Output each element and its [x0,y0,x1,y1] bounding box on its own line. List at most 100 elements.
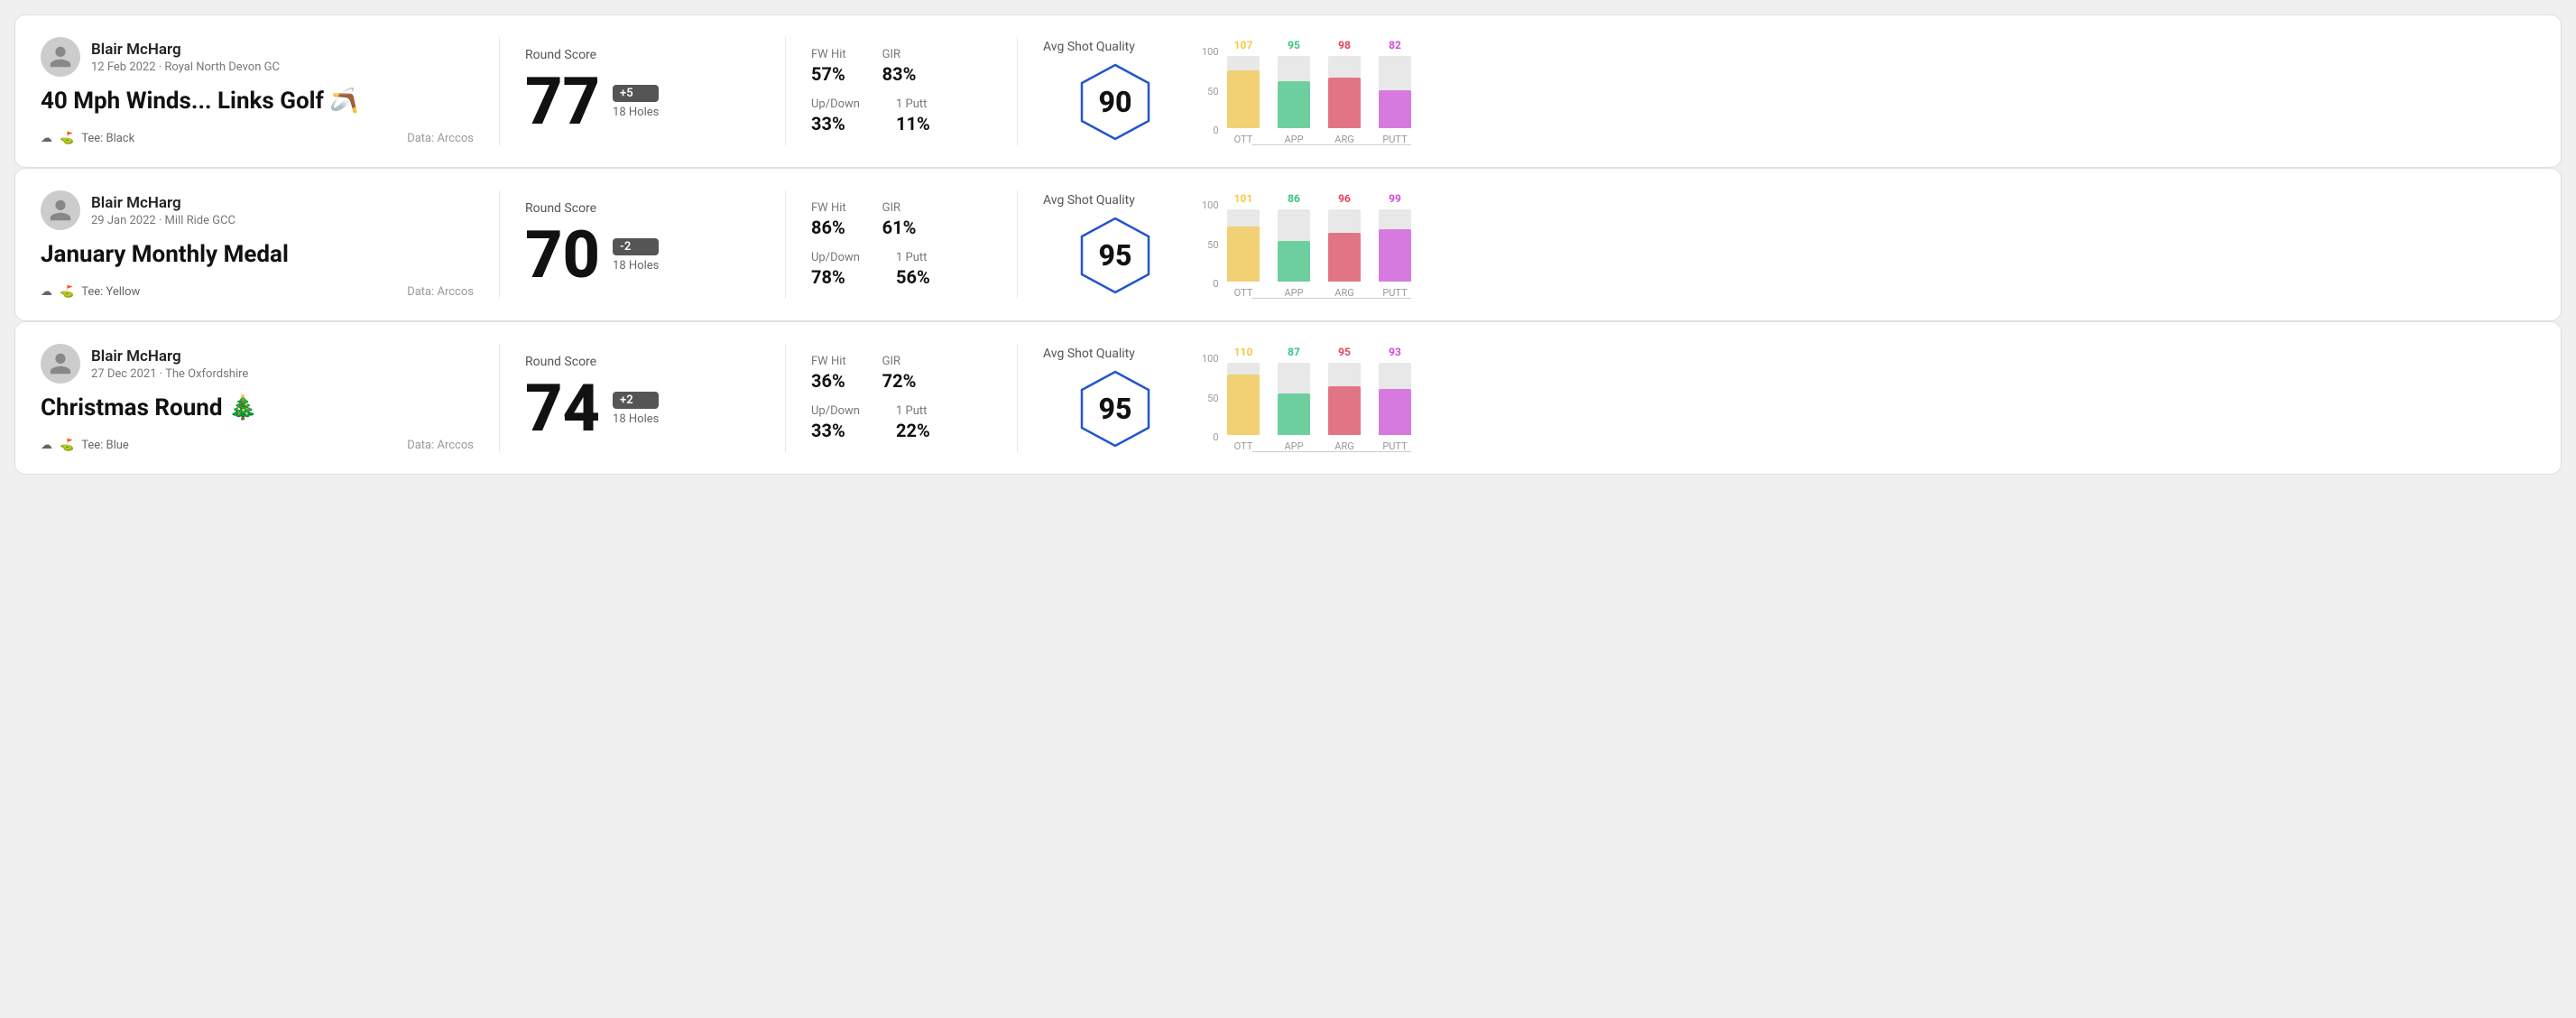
bar-group-app: 87 APP [1278,346,1310,452]
round-card: Blair McHarg 29 Jan 2022 · Mill Ride GCC… [14,168,2562,321]
bar-wrapper [1278,363,1310,435]
bar-group-app: 86 APP [1278,192,1310,299]
score-number: 70 [525,223,600,288]
tee-info: ☁ ⛳ Tee: Black [41,132,134,145]
shot-quality-chart: 100 50 0 110 OTT 87 APP 95 [1187,344,2535,452]
bar-value-label: 87 [1288,346,1300,358]
bar-wrapper [1278,209,1310,282]
stats-row-bottom: Up/Down 78% 1 Putt 56% [811,251,992,288]
player-info: Blair McHarg 27 Dec 2021 · The Oxfordshi… [41,344,474,384]
quality-section: Avg Shot Quality 90 [1043,37,1187,145]
bar-group-putt: 93 PUTT [1379,346,1411,452]
player-name-group: Blair McHarg 29 Jan 2022 · Mill Ride GCC [91,194,235,227]
stat-one-putt: 1 Putt 11% [896,97,930,134]
stat-fw-hit: FW Hit 36% [811,355,846,392]
gir-value: 61% [882,217,917,238]
hexagon-container: 95 [1075,215,1156,296]
score-section: Round Score 77 +5 18 Holes [525,37,760,145]
updown-value: 78% [811,266,860,288]
score-section: Round Score 70 -2 18 Holes [525,190,760,299]
bar-value-label: 107 [1234,39,1253,51]
chart-baseline [1252,144,1411,145]
score-section: Round Score 74 +2 18 Holes [525,344,760,452]
weather-icon: ☁ [41,132,52,145]
stat-updown: Up/Down 33% [811,97,860,134]
weather-icon: ☁ [41,285,52,299]
tee-info: ☁ ⛳ Tee: Yellow [41,285,140,299]
bar-wrapper [1278,56,1310,128]
updown-value: 33% [811,420,860,441]
tee-info: ☁ ⛳ Tee: Blue [41,439,129,452]
player-meta: 27 Dec 2021 · The Oxfordshire [91,367,248,381]
weather-icon: ☁ [41,439,52,452]
player-meta: 12 Feb 2022 · Royal North Devon GC [91,60,280,74]
bar-value-label: 93 [1389,346,1401,358]
player-info: Blair McHarg 29 Jan 2022 · Mill Ride GCC [41,190,474,230]
bar-fill [1379,90,1411,128]
quality-score: 90 [1099,85,1132,119]
round-card: Blair McHarg 27 Dec 2021 · The Oxfordshi… [14,321,2562,475]
stat-updown: Up/Down 33% [811,404,860,441]
bar-fill [1227,70,1260,128]
user-icon [48,351,73,376]
stats-section: FW Hit 57% GIR 83% Up/Down 33% 1 Putt [811,37,992,145]
chart-baseline [1252,298,1411,299]
bar-wrapper [1328,363,1361,435]
bar-group-ott: 107 OTT [1227,39,1260,145]
bar-fill [1379,229,1411,282]
round-title: January Monthly Medal [41,241,474,268]
tee-label: Tee: Blue [81,439,129,452]
bar-fill [1328,386,1361,435]
one-putt-label: 1 Putt [896,251,930,264]
bar-group-putt: 99 PUTT [1379,192,1411,299]
score-detail: +2 18 Holes [613,392,659,426]
quality-section: Avg Shot Quality 95 [1043,190,1187,299]
fw-hit-value: 86% [811,217,846,238]
stats-row-top: FW Hit 36% GIR 72% [811,355,992,392]
bar-x-label: OTT [1234,440,1253,452]
vertical-divider [785,190,786,299]
user-icon [48,44,73,69]
player-name: Blair McHarg [91,194,235,212]
quality-score: 95 [1099,392,1132,426]
stats-row-top: FW Hit 86% GIR 61% [811,201,992,238]
bar-value-label: 98 [1338,39,1351,51]
gir-label: GIR [882,355,917,368]
bar-chart: 100 50 0 101 OTT 86 APP 96 [1202,190,2535,299]
hexagon-container: 95 [1075,368,1156,449]
hexagon-shape: 90 [1075,61,1156,143]
fw-hit-label: FW Hit [811,201,846,215]
stats-section: FW Hit 36% GIR 72% Up/Down 33% 1 Putt [811,344,992,452]
gir-label: GIR [882,48,917,61]
score-badge: +2 [613,392,659,409]
quality-label: Avg Shot Quality [1043,347,1135,361]
updown-value: 33% [811,113,860,134]
tee-label: Tee: Yellow [81,285,140,299]
vertical-divider [499,190,500,299]
stats-row-bottom: Up/Down 33% 1 Putt 22% [811,404,992,441]
score-badge: +5 [613,85,659,102]
round-score-label: Round Score [525,201,760,216]
player-name: Blair McHarg [91,41,280,59]
bottom-row: ☁ ⛳ Tee: Black Data: Arccos [41,132,474,145]
bar-value-label: 99 [1389,192,1401,205]
score-holes: 18 Holes [613,412,659,426]
hexagon-shape: 95 [1075,215,1156,296]
bar-fill [1278,241,1310,282]
one-putt-label: 1 Putt [896,404,930,418]
bar-value-label: 95 [1288,39,1300,51]
shot-quality-chart: 100 50 0 107 OTT 95 APP 98 [1187,37,2535,145]
stats-section: FW Hit 86% GIR 61% Up/Down 78% 1 Putt [811,190,992,299]
stats-row-top: FW Hit 57% GIR 83% [811,48,992,85]
bar-wrapper [1227,363,1260,435]
player-info: Blair McHarg 12 Feb 2022 · Royal North D… [41,37,474,77]
player-name-group: Blair McHarg 27 Dec 2021 · The Oxfordshi… [91,347,248,381]
bar-fill [1328,78,1361,128]
bar-x-label: OTT [1234,134,1253,145]
bag-icon: ⛳ [60,285,74,299]
one-putt-value: 22% [896,420,930,441]
bar-chart: 100 50 0 107 OTT 95 APP 98 [1202,37,2535,145]
round-score-label: Round Score [525,48,760,62]
quality-label: Avg Shot Quality [1043,40,1135,54]
quality-label: Avg Shot Quality [1043,193,1135,208]
